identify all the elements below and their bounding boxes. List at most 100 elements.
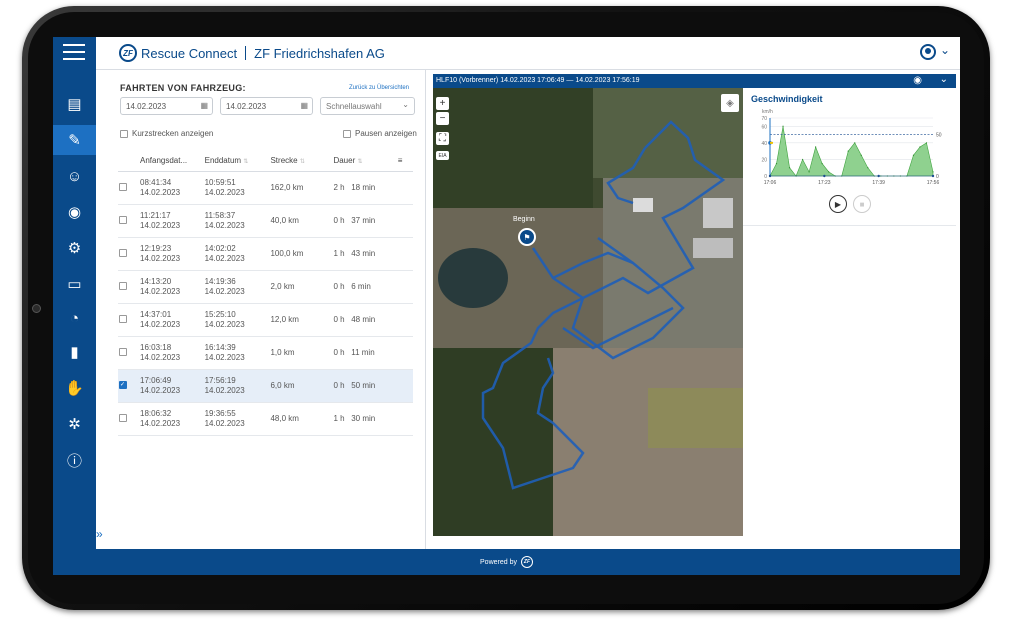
row-checkbox[interactable]: [119, 380, 127, 390]
duration-cell: 1 h 30 min: [332, 402, 397, 436]
table-row[interactable]: 14:13:20 14.02.2023 14:19:36 14.02.2023 2,0 …: [118, 270, 413, 304]
table-row[interactable]: 08:41:34 14.02.2023 10:59:51 14.02.2023 162,…: [118, 171, 413, 205]
speed-point: [860, 154, 862, 156]
distance-cell: 48,0 km: [269, 402, 333, 436]
table-row[interactable]: 14:37:01 14.02.2023 15:25:10 14.02.2023 12,0…: [118, 303, 413, 337]
end-date: 14.02.2023: [204, 419, 245, 428]
date-to-input[interactable]: 14.02.2023 ▦: [220, 97, 313, 115]
chevron-down-icon[interactable]: ⌄: [940, 43, 950, 57]
calendar-icon[interactable]: ▦: [300, 101, 308, 110]
nav-settings-icon[interactable]: ✲: [53, 409, 96, 439]
calendar-icon[interactable]: ▦: [200, 101, 208, 110]
column-start-label: Anfangsdat...: [140, 155, 188, 165]
duration-minutes: 48 min: [351, 315, 376, 324]
column-start[interactable]: Anfangsdat...: [139, 149, 204, 172]
nav-trips-icon[interactable]: ✎: [53, 125, 96, 155]
nav-driver-icon[interactable]: ☺: [53, 161, 96, 191]
quick-select-value: Schnellauswahl: [326, 102, 382, 111]
user-icon[interactable]: [920, 44, 936, 60]
quick-select-dropdown[interactable]: Schnellauswahl ⌄: [320, 97, 415, 115]
row-checkbox[interactable]: [119, 182, 127, 191]
nav-monitor-icon[interactable]: ▭: [53, 269, 96, 299]
end-date: 14.02.2023: [204, 386, 245, 395]
satellite-map[interactable]: + − ⛶ EIA ◈ Beginn ⚑: [433, 88, 743, 536]
sort-icon[interactable]: ⇅: [300, 159, 305, 165]
short-trips-toggle[interactable]: Kurzstrecken anzeigen: [120, 129, 213, 138]
nav-vehicle-icon[interactable]: ◉: [53, 197, 96, 227]
row-checkbox[interactable]: [119, 215, 127, 224]
nav-maintenance-icon[interactable]: ⚙: [53, 233, 96, 263]
eye-icon[interactable]: ◉: [913, 75, 922, 86]
speed-title: Geschwindigkeit: [751, 94, 823, 104]
duration-hours: 0 h: [333, 348, 345, 357]
table-row[interactable]: 17:06:4914.02.202317:56:1914.02.20236,0 …: [118, 369, 413, 403]
row-checkbox[interactable]: [119, 248, 127, 257]
distance-cell: 12,0 km: [269, 303, 333, 337]
table-row[interactable]: 18:06:32 14.02.2023 19:36:55 14.02.2023 48,0…: [118, 402, 413, 436]
layers-icon[interactable]: ◈: [721, 94, 739, 112]
row-select-cell: [118, 369, 139, 403]
row-select-cell: [118, 270, 139, 304]
speed-point: [788, 167, 791, 169]
zoom-in-button[interactable]: +: [436, 97, 449, 110]
sort-icon[interactable]: ⇅: [357, 159, 362, 165]
app-logo[interactable]: ZF Rescue Connect ZF Friedrichshafen AG: [119, 44, 385, 62]
start-date: 14.02.2023: [140, 221, 181, 230]
expand-nav-icon[interactable]: »: [96, 527, 103, 541]
start-flag-icon[interactable]: ⚑: [518, 228, 536, 246]
km-scale-toggle[interactable]: EIA: [436, 151, 449, 160]
row-select-cell: [118, 303, 139, 337]
nav-statistics-icon[interactable]: ▮: [53, 337, 96, 367]
y-tick-label: 60: [761, 124, 767, 130]
column-menu-icon[interactable]: ≡: [396, 149, 413, 172]
speed-chart[interactable]: 70604020050017:06 17:23 17:39 17:56: [743, 114, 956, 194]
row-checkbox[interactable]: [119, 347, 127, 356]
chevron-down-icon[interactable]: ⌄: [940, 74, 948, 85]
table-row[interactable]: 16:03:18 14.02.2023 16:14:39 14.02.2023 1,0 …: [118, 336, 413, 370]
short-trips-label: Kurzstrecken anzeigen: [132, 129, 214, 138]
stop-button[interactable]: ■: [853, 195, 871, 213]
start-date: 14.02.2023: [140, 386, 181, 395]
row-checkbox[interactable]: [119, 413, 127, 422]
end-date: 14.02.2023: [204, 221, 245, 230]
pauses-label: Pausen anzeigen: [355, 129, 417, 138]
checkbox-icon[interactable]: [343, 129, 351, 138]
nav-speedometer-icon[interactable]: ◔: [53, 303, 96, 333]
row-spacer: [396, 303, 413, 337]
sort-icon[interactable]: ⇅: [243, 159, 248, 165]
end-cell: 14:02:02 14.02.2023: [203, 237, 270, 271]
column-end[interactable]: Enddatum ⇅: [203, 149, 270, 172]
menu-icon[interactable]: [63, 44, 85, 60]
nav-handshake-icon[interactable]: ✋: [53, 373, 96, 403]
duration-hours: 1 h: [333, 414, 345, 423]
date-from-input[interactable]: 14.02.2023 ▦: [120, 97, 213, 115]
nav-info-icon[interactable]: ⓘ: [53, 445, 96, 475]
date-to-value: 14.02.2023: [226, 102, 267, 111]
zoom-out-button[interactable]: −: [436, 112, 449, 125]
footer-text: Powered by: [480, 558, 517, 566]
fullscreen-button[interactable]: ⛶: [436, 132, 449, 145]
back-to-overview-link[interactable]: Zurück zu Übersichten: [349, 85, 409, 91]
distance-cell: 2,0 km: [269, 270, 333, 304]
row-checkbox[interactable]: [119, 281, 127, 290]
speed-point: [808, 171, 810, 173]
speed-point: [932, 171, 934, 173]
nav-dashboard-icon[interactable]: ▤: [53, 89, 96, 119]
speed-point: [815, 146, 817, 148]
column-distance[interactable]: Strecke ⇅: [269, 149, 333, 172]
column-distance-label: Strecke: [270, 155, 298, 165]
column-duration[interactable]: Dauer ⇅: [332, 149, 397, 172]
row-select-cell: [118, 204, 139, 238]
table-row[interactable]: 11:21:17 14.02.2023 11:58:37 14.02.2023 40,0…: [118, 204, 413, 238]
speed-point: [912, 154, 915, 156]
checkbox-icon[interactable]: [120, 129, 128, 138]
zf-logo-icon: ZF: [119, 44, 137, 62]
pauses-toggle[interactable]: Pausen anzeigen: [343, 129, 417, 138]
y-tick-label: 20: [761, 157, 767, 163]
start-date: 14.02.2023: [140, 188, 181, 197]
table-row[interactable]: 12:19:23 14.02.2023 14:02:02 14.02.2023 100,…: [118, 237, 413, 271]
start-cell: 14:13:20 14.02.2023: [139, 270, 204, 304]
play-button[interactable]: ▶: [829, 195, 847, 213]
row-checkbox[interactable]: [119, 314, 127, 323]
chevron-down-icon: ⌄: [402, 100, 409, 109]
